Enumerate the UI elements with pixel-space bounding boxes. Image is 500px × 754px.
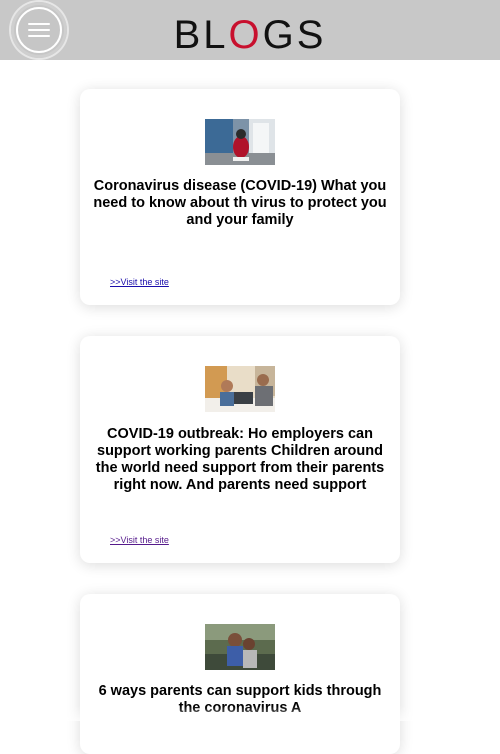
bottom-fade xyxy=(0,706,500,721)
blog-thumbnail-image xyxy=(205,366,275,412)
top-header: BLOGS xyxy=(0,0,500,60)
blog-thumbnail-image xyxy=(205,624,275,670)
logo-accent-letter: O xyxy=(228,13,263,57)
blog-card: 6 ways parents can support kids through … xyxy=(80,594,400,754)
blog-card: COVID-19 outbreak: Ho employers can supp… xyxy=(80,336,400,563)
site-logo[interactable]: BLOGS xyxy=(0,13,500,57)
blog-thumbnail-image xyxy=(205,119,275,165)
logo-prefix: BL xyxy=(173,13,229,57)
visit-site-link[interactable]: >>Visit the site xyxy=(110,535,169,545)
blog-title: COVID-19 outbreak: Ho employers can supp… xyxy=(95,426,385,493)
visit-site-link[interactable]: >>Visit the site xyxy=(110,277,169,287)
logo-suffix: GS xyxy=(262,13,327,57)
blog-card: Coronavirus disease (COVID-19) What you … xyxy=(80,89,400,305)
blog-title: Coronavirus disease (COVID-19) What you … xyxy=(93,178,387,228)
